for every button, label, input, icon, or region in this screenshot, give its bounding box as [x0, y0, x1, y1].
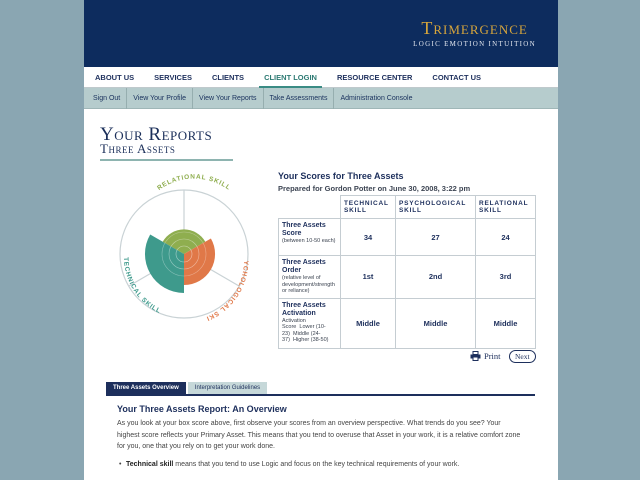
score-relational: 24: [475, 218, 536, 256]
page-subtitle: Three Assets: [100, 141, 176, 156]
bullet-dot: •: [119, 461, 122, 468]
tab-interpretation-guidelines[interactable]: Interpretation Guidelines: [187, 382, 268, 394]
main-nav-resource-center[interactable]: RESOURCE CENTER: [332, 67, 417, 88]
overview-title: Your Three Assets Report: An Overview: [117, 404, 287, 414]
order-technical: 1st: [340, 255, 396, 299]
order-relational: 3rd: [475, 255, 536, 299]
sub-nav-take-assessments[interactable]: Take Assessments: [264, 87, 335, 109]
printer-icon: [470, 351, 481, 361]
row-sublabel: Activation Score Lower (10-23) Middle (2…: [282, 317, 329, 344]
main-nav: ABOUT US SERVICES CLIENTS CLIENT LOGIN R…: [84, 67, 558, 88]
row-header-activation: Three Assets Activation Activation Score…: [278, 297, 341, 349]
table-header-row: TECHNICAL SKILL PSYCHOLOGICAL SKILL RELA…: [278, 195, 536, 219]
print-label: Print: [484, 351, 501, 361]
scores-title: Your Scores for Three Assets: [278, 171, 404, 181]
row-label: Three Assets Activation: [282, 301, 326, 317]
bullet-bold: Technical skill: [126, 461, 174, 468]
next-button[interactable]: Next: [509, 350, 536, 363]
table-corner: [278, 195, 341, 219]
title-divider: [100, 159, 233, 161]
score-technical: 34: [340, 218, 396, 256]
logo-tagline: LOGIC EMOTION INTUITION: [413, 40, 536, 48]
scores-prepared-for: Prepared for Gordon Potter on June 30, 2…: [278, 184, 471, 193]
activation-relational: Middle: [475, 297, 536, 349]
row-header-score: Three Assets Score (between 10-50 each): [278, 218, 341, 256]
main-nav-clients[interactable]: CLIENTS: [207, 67, 249, 88]
row-sublabel: (relative level of development/strength …: [282, 275, 335, 294]
table-row: Three Assets Activation Activation Score…: [278, 297, 536, 349]
score-psychological: 27: [395, 218, 476, 256]
row-sublabel: (between 10-50 each): [282, 238, 336, 244]
logo-name: Trimergence: [421, 18, 528, 38]
relational-skill-label: RELATIONAL SKILL: [156, 174, 232, 192]
sub-nav: Sign Out View Your Profile View Your Rep…: [84, 87, 558, 109]
table-row: Three Assets Order (relative level of de…: [278, 255, 536, 299]
sub-nav-admin-console[interactable]: Administration Console: [334, 88, 418, 109]
scores-table: TECHNICAL SKILL PSYCHOLOGICAL SKILL RELA…: [278, 195, 536, 349]
column-header-relational: RELATIONAL SKILL: [475, 195, 536, 219]
report-tabs: Three Assets Overview Interpretation Gui…: [106, 382, 535, 396]
table-row: Three Assets Score (between 10-50 each) …: [278, 218, 536, 256]
row-label: Three Assets Order: [282, 259, 326, 274]
list-item: • Technical skill means that you tend to …: [119, 459, 506, 471]
print-button[interactable]: Print: [470, 351, 501, 361]
three-assets-wheel: RELATIONAL SKILL PSYCHOLOGICAL SKILL TEC…: [104, 168, 249, 322]
main-nav-about-us[interactable]: ABOUT US: [90, 67, 139, 88]
main-nav-services[interactable]: SERVICES: [149, 67, 197, 88]
main-nav-contact-us[interactable]: CONTACT US: [427, 67, 486, 88]
order-psychological: 2nd: [395, 255, 476, 299]
page: Trimergence LOGIC EMOTION INTUITION ABOU…: [84, 0, 558, 480]
tab-three-assets-overview[interactable]: Three Assets Overview: [106, 382, 186, 394]
sub-nav-view-reports[interactable]: View Your Reports: [193, 87, 264, 109]
sub-nav-view-profile[interactable]: View Your Profile: [127, 87, 194, 109]
overview-body: As you look at your box score above, fir…: [117, 420, 521, 450]
activation-technical: Middle: [340, 297, 396, 349]
column-header-technical: TECHNICAL SKILL: [340, 195, 396, 219]
row-header-order: Three Assets Order (relative level of de…: [278, 255, 341, 299]
main-nav-client-login[interactable]: CLIENT LOGIN: [259, 67, 322, 88]
activation-psychological: Middle: [395, 297, 476, 349]
sub-nav-sign-out[interactable]: Sign Out: [87, 87, 128, 109]
column-header-psychological: PSYCHOLOGICAL SKILL: [395, 195, 476, 219]
bullet-text: means that you tend to use Logic and foc…: [173, 461, 460, 468]
row-label: Three Assets Score: [282, 222, 326, 237]
site-header: Trimergence LOGIC EMOTION INTUITION: [84, 0, 558, 67]
logo[interactable]: Trimergence LOGIC EMOTION INTUITION: [413, 18, 536, 48]
